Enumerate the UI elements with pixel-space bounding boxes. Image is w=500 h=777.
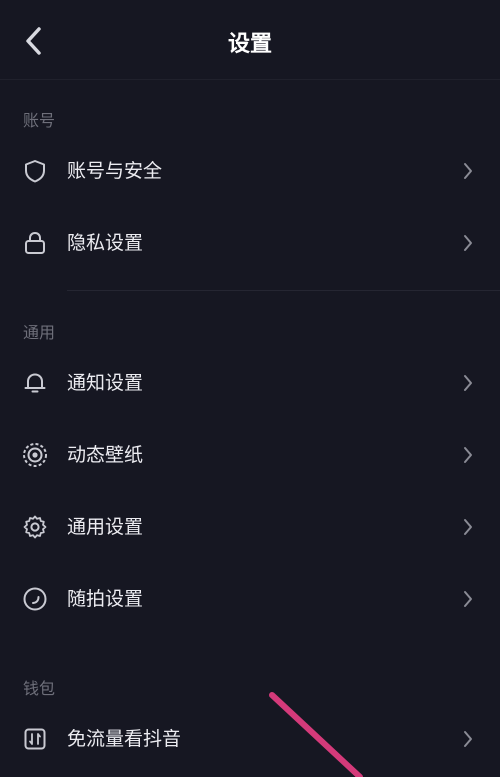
settings-item-live-wallpaper[interactable]: 动态壁纸: [0, 425, 500, 485]
settings-item-label: 动态壁纸: [67, 444, 144, 466]
chevron-right-icon: [464, 447, 472, 463]
page-title: 设置: [227, 32, 272, 57]
chevron-right-icon: [464, 235, 472, 251]
settings-item-account-security[interactable]: 账号与安全: [0, 141, 500, 201]
bell-icon: [24, 373, 46, 393]
chevron-right-icon: [464, 519, 472, 535]
settings-item-label: 隐私设置: [67, 232, 144, 254]
top-bar: 设置: [0, 0, 500, 80]
settings-item-label: 免流量看抖音: [67, 728, 182, 750]
settings-item-data-free[interactable]: 免流量看抖音: [0, 709, 500, 769]
section-label-wallet: 钱包: [23, 679, 56, 698]
settings-item-snap-shoot[interactable]: 随拍设置: [0, 569, 500, 629]
settings-item-label: 通知设置: [67, 372, 144, 394]
section-label-account: 账号: [23, 111, 56, 130]
settings-item-label: 账号与安全: [67, 160, 163, 182]
settings-item-privacy[interactable]: 隐私设置: [0, 213, 500, 273]
chevron-right-icon: [464, 731, 472, 747]
settings-item-notifications[interactable]: 通知设置: [0, 353, 500, 413]
wallpaper-icon: [23, 443, 47, 467]
chevron-right-icon: [464, 591, 472, 607]
section-label-general: 通用: [23, 323, 56, 342]
shield-icon: [25, 160, 45, 183]
gear-icon: [23, 515, 47, 539]
chevron-right-icon: [464, 163, 472, 179]
data-free-icon: [24, 728, 46, 750]
settings-item-label: 通用设置: [67, 516, 144, 538]
settings-item-general[interactable]: 通用设置: [0, 497, 500, 557]
camera-circle-icon: [23, 587, 47, 611]
lock-icon: [25, 231, 45, 254]
section-divider: [67, 290, 500, 291]
chevron-right-icon: [464, 375, 472, 391]
settings-item-label: 随拍设置: [67, 588, 144, 610]
